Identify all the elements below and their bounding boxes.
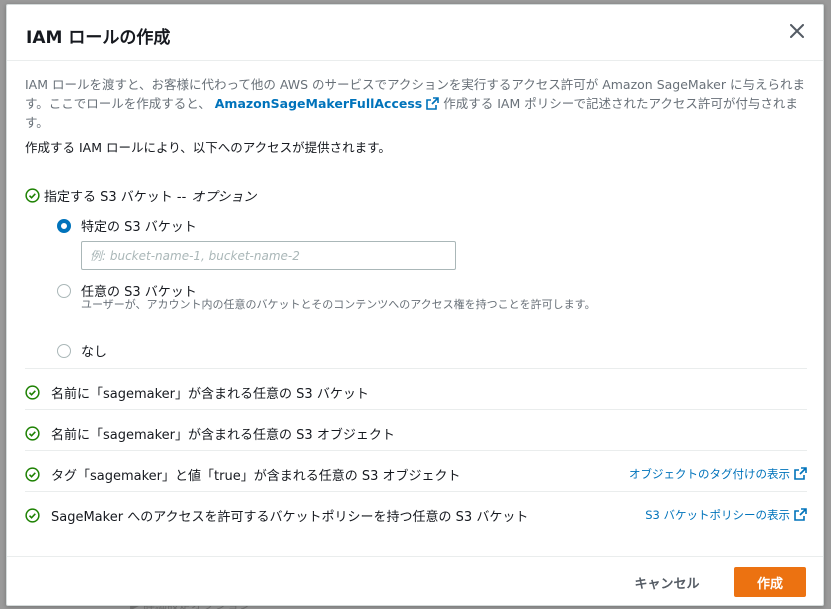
view-object-tagging-link[interactable]: オブジェクトのタグ付けの表示 [629, 466, 807, 482]
check-circle-icon [25, 507, 40, 523]
radio-button-selected[interactable] [57, 218, 71, 233]
permission-row: 名前に「sagemaker」が含まれる任意の S3 バケット [25, 375, 807, 409]
radio-button[interactable] [57, 283, 71, 298]
permission-text: 名前に「sagemaker」が含まれる任意の S3 オブジェクト [51, 427, 395, 443]
s3-section-header: 指定する S3 バケット -- オプション [25, 186, 256, 205]
permission-row: タグ「sagemaker」と値「true」が含まれる任意の S3 オブジェクト … [25, 457, 807, 491]
external-link-icon [794, 467, 807, 480]
check-circle-icon [25, 425, 40, 441]
access-intro: 作成する IAM ロールにより、以下へのアクセスが提供されます。 [25, 140, 391, 155]
permission-text: SageMaker へのアクセスを許可するバケットポリシーを持つ任意の S3 バ… [51, 509, 529, 525]
permission-text: タグ「sagemaker」と値「true」が含まれる任意の S3 オブジェクト [51, 468, 461, 484]
create-button[interactable]: 作成 [734, 567, 806, 597]
s3-section-optional: オプション [191, 190, 257, 205]
external-link-icon [794, 508, 807, 521]
divider [25, 409, 807, 410]
check-circle-icon [25, 188, 40, 203]
close-button[interactable] [785, 19, 809, 43]
modal-description: IAM ロールを渡すと、お客様に代わって他の AWS のサービスでアクションを実… [25, 75, 805, 132]
view-bucket-policy-link[interactable]: S3 バケットポリシーの表示 [645, 507, 807, 523]
modal-footer-divider [7, 556, 823, 557]
divider [25, 491, 807, 492]
modal-header: IAM ロールの作成 [7, 5, 823, 61]
s3-section-label: 指定する S3 バケット -- [44, 190, 187, 205]
radio-label: なし [81, 345, 108, 360]
radio-specific-bucket[interactable]: 特定の S3 バケット [57, 216, 197, 235]
permission-row: 名前に「sagemaker」が含まれる任意の S3 オブジェクト [25, 416, 807, 450]
permission-row: SageMaker へのアクセスを許可するバケットポリシーを持つ任意の S3 バ… [25, 498, 807, 532]
modal-body: IAM ロールを渡すと、お客様に代わって他の AWS のサービスでアクションを実… [25, 75, 807, 525]
create-iam-role-modal: IAM ロールの作成 IAM ロールを渡すと、お客様に代わって他の AWS のサ… [6, 4, 824, 606]
check-circle-icon [25, 466, 40, 482]
permission-text: 名前に「sagemaker」が含まれる任意の S3 バケット [51, 386, 369, 402]
modal-title: IAM ロールの作成 [26, 28, 171, 48]
policy-link-label: AmazonSageMakerFullAccess [214, 96, 423, 111]
close-icon [790, 24, 804, 38]
divider [25, 368, 807, 369]
radio-any-bucket-description: ユーザーが、アカウント内の任意のバケットとそのコンテンツへのアクセス権を持つこと… [81, 298, 596, 311]
cancel-button[interactable]: キャンセル [619, 567, 715, 597]
radio-label: 特定の S3 バケット [81, 220, 197, 235]
radio-button[interactable] [57, 343, 71, 358]
check-circle-icon [25, 384, 40, 400]
external-link-icon [426, 97, 440, 110]
policy-link[interactable]: AmazonSageMakerFullAccess [215, 96, 440, 111]
link-label: S3 バケットポリシーの表示 [645, 508, 790, 522]
divider [25, 450, 807, 451]
link-label: オブジェクトのタグ付けの表示 [629, 467, 790, 481]
radio-none[interactable]: なし [57, 341, 107, 360]
bucket-name-input[interactable] [81, 241, 456, 270]
